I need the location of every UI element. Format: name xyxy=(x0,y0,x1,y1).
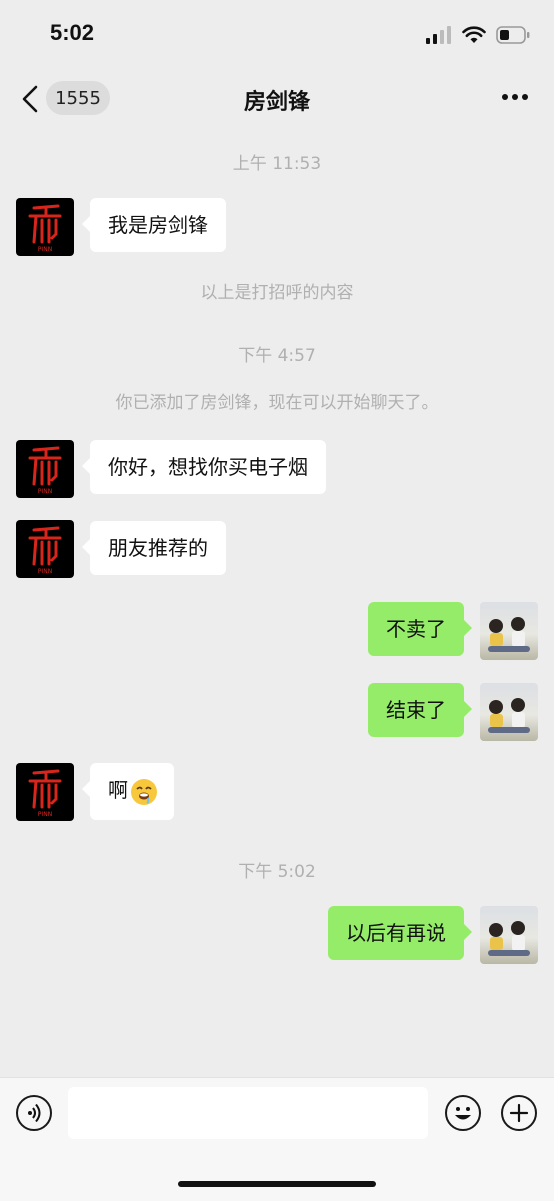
my-avatar[interactable] xyxy=(480,906,538,964)
pinn-logo-text: PINN xyxy=(38,568,52,575)
more-dots-icon[interactable] xyxy=(502,94,528,102)
contact-avatar[interactable]: PINN xyxy=(16,440,74,498)
voice-icon[interactable] xyxy=(16,1095,52,1131)
message-bubble-sent[interactable]: 结束了 xyxy=(368,683,472,737)
pinn-logo-text: PINN xyxy=(38,811,52,818)
home-indicator xyxy=(178,1181,376,1187)
contact-avatar[interactable]: PINN xyxy=(16,763,74,821)
pinn-logo-text: PINN xyxy=(38,488,52,495)
message-input[interactable] xyxy=(68,1087,428,1139)
message-bubble-received[interactable]: 你好，想找你买电子烟 xyxy=(82,440,326,494)
signal-icon xyxy=(426,26,451,44)
smiley-icon[interactable] xyxy=(445,1095,481,1131)
pinn-logo-icon: PINN xyxy=(28,526,62,575)
timestamp: 下午 5:02 xyxy=(238,862,316,882)
message-bubble-received[interactable]: 我是房剑锋 xyxy=(82,198,226,252)
pinn-logo-icon: PINN xyxy=(28,446,62,495)
timestamp: 上午 11:53 xyxy=(232,154,322,174)
message-bubble-sent[interactable]: 以后有再说 xyxy=(328,906,472,960)
message-bubble-sent[interactable]: 不卖了 xyxy=(368,602,472,656)
kids-photo-icon xyxy=(488,617,530,652)
my-avatar[interactable] xyxy=(480,602,538,660)
pinn-logo-icon: PINN xyxy=(28,769,62,818)
kids-photo-icon xyxy=(488,698,530,733)
battery-icon xyxy=(496,26,530,44)
kids-photo-icon xyxy=(488,921,530,956)
drooling-face-emoji-icon xyxy=(131,778,157,805)
status-icons xyxy=(426,22,530,48)
greeting-note: 以上是打招呼的内容 xyxy=(200,283,354,303)
my-avatar[interactable] xyxy=(480,683,538,741)
message-bubble-received[interactable]: 啊 xyxy=(82,763,174,820)
message-text: 啊 xyxy=(108,778,128,802)
contact-avatar[interactable]: PINN xyxy=(16,520,74,578)
added-notice: 你已添加了房剑锋，现在可以开始聊天了。 xyxy=(115,393,439,413)
pinn-logo-icon: PINN xyxy=(28,204,62,253)
wifi-icon xyxy=(462,26,486,43)
chat-title: 房剑锋 xyxy=(243,90,310,115)
message-bubble-received[interactable]: 朋友推荐的 xyxy=(82,521,226,575)
plus-icon[interactable] xyxy=(501,1095,537,1131)
pinn-logo-text: PINN xyxy=(38,246,52,253)
timestamp: 下午 4:57 xyxy=(238,346,316,366)
status-time: 5:02 xyxy=(50,20,95,45)
contact-avatar[interactable]: PINN xyxy=(16,198,74,256)
